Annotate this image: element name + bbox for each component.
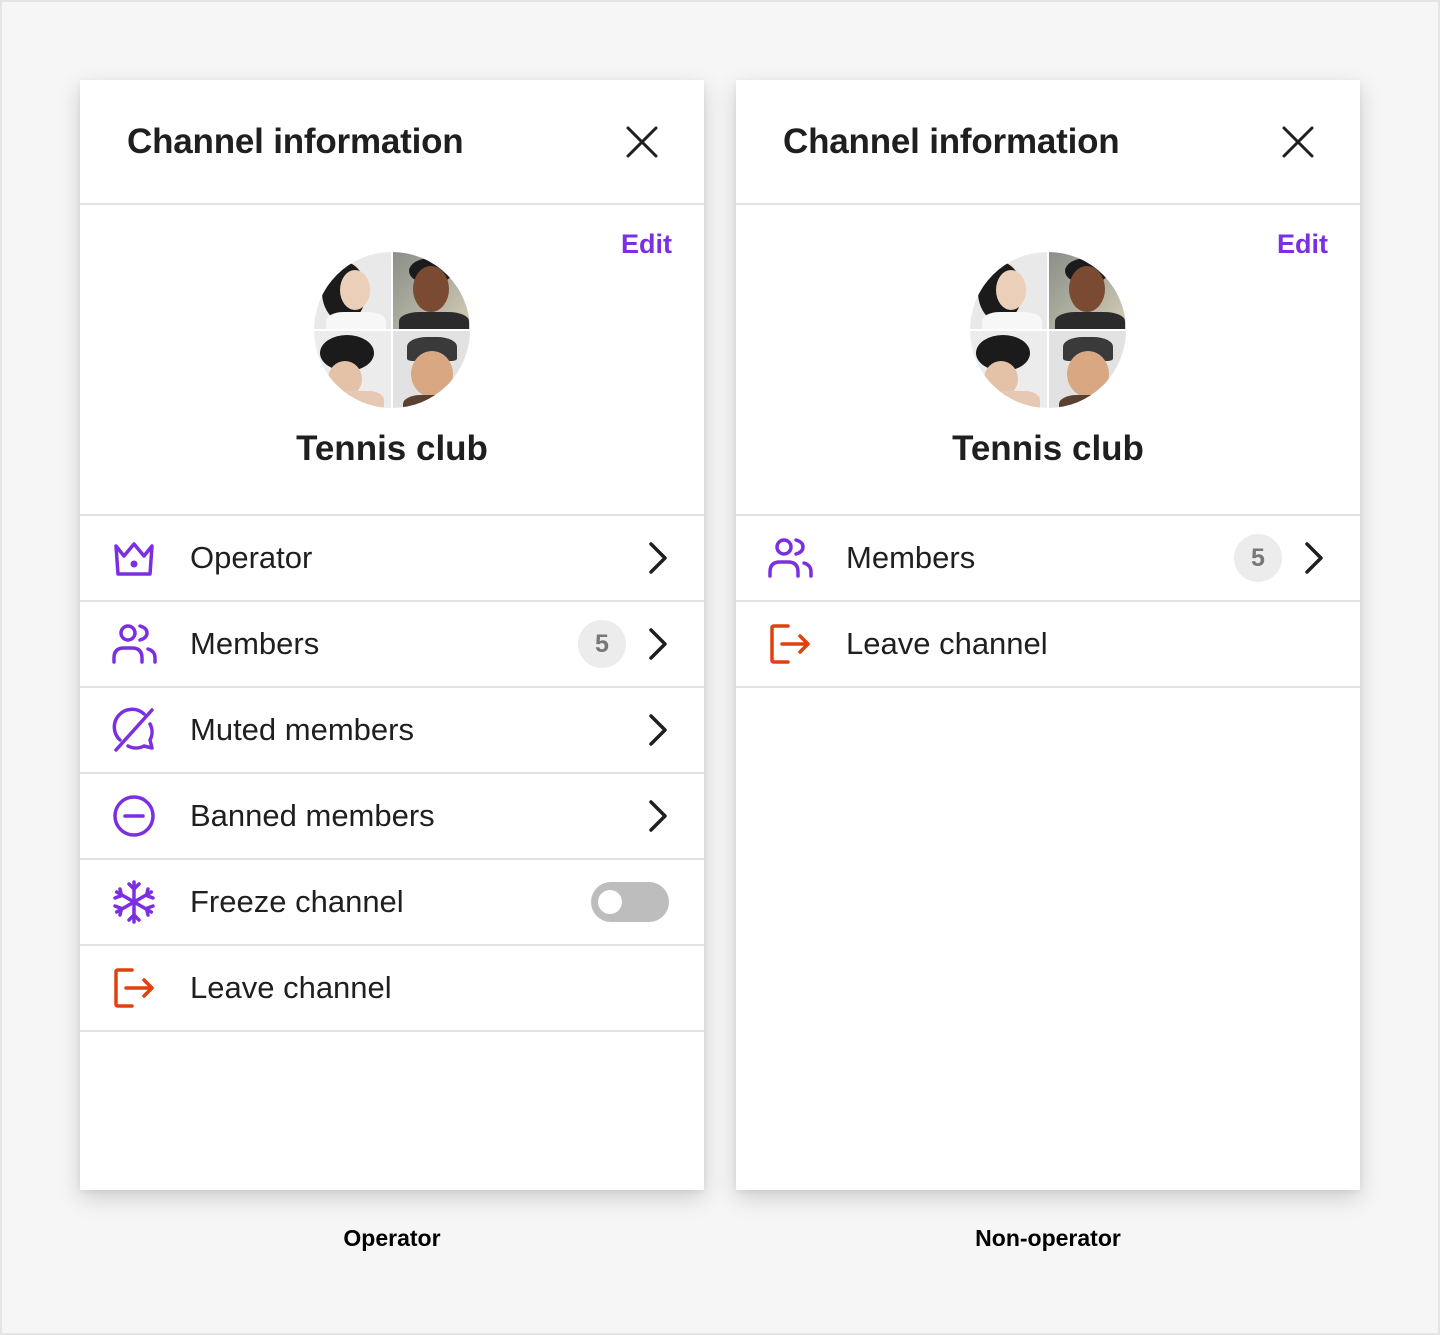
channel-name: Tennis club bbox=[952, 429, 1144, 468]
channel-profile: Edit Tennis club bbox=[80, 205, 704, 516]
menu-item-freeze-channel: Freeze channel bbox=[80, 860, 704, 946]
group-avatar bbox=[314, 252, 470, 408]
member-photo bbox=[393, 252, 470, 329]
chevron-right-icon bbox=[649, 800, 667, 832]
leave-icon bbox=[770, 624, 810, 664]
crown-icon bbox=[114, 542, 154, 576]
caption-non-operator: Non-operator bbox=[975, 1225, 1121, 1251]
chevron-right-icon bbox=[649, 628, 667, 660]
menu-item-leave-channel[interactable]: Leave channel bbox=[80, 946, 704, 1032]
member-photo bbox=[393, 331, 470, 408]
chevron-right-icon bbox=[649, 714, 667, 746]
ban-icon bbox=[113, 795, 155, 837]
channel-info-panel-non-operator: Channel information Edit Tennis club Mem… bbox=[736, 80, 1360, 1190]
menu-item-label: Freeze channel bbox=[190, 884, 404, 919]
muted-icon bbox=[112, 707, 154, 752]
panel-header: Channel information bbox=[736, 80, 1360, 205]
chevron-right-icon bbox=[1305, 542, 1323, 574]
close-icon[interactable] bbox=[624, 124, 660, 160]
close-icon[interactable] bbox=[1280, 124, 1316, 160]
freeze-channel-toggle[interactable] bbox=[591, 882, 669, 922]
chevron-right-icon bbox=[649, 542, 667, 574]
menu-item-label: Leave channel bbox=[190, 970, 392, 1005]
menu-item-label: Leave channel bbox=[846, 626, 1048, 661]
menu-item-label: Muted members bbox=[190, 712, 414, 747]
member-photo bbox=[1049, 331, 1126, 408]
menu-item-label: Operator bbox=[190, 540, 313, 575]
panel-title: Channel information bbox=[127, 122, 464, 161]
menu-item-label: Banned members bbox=[190, 798, 435, 833]
toggle-knob bbox=[598, 890, 622, 914]
menu-item-members[interactable]: Members 5 bbox=[736, 516, 1360, 602]
leave-icon bbox=[114, 968, 154, 1008]
menu-item-muted-members[interactable]: Muted members bbox=[80, 688, 704, 774]
member-count-badge: 5 bbox=[1234, 534, 1282, 582]
member-photo bbox=[314, 331, 391, 408]
member-photo bbox=[970, 252, 1047, 329]
member-count-badge: 5 bbox=[578, 620, 626, 668]
edit-button[interactable]: Edit bbox=[1277, 229, 1328, 260]
menu-item-leave-channel[interactable]: Leave channel bbox=[736, 602, 1360, 688]
panel-title: Channel information bbox=[783, 122, 1120, 161]
group-avatar bbox=[970, 252, 1126, 408]
menu-item-members[interactable]: Members 5 bbox=[80, 602, 704, 688]
panel-header: Channel information bbox=[80, 80, 704, 205]
members-icon bbox=[112, 624, 157, 664]
channel-info-panel-operator: Channel information Edit Tennis club Ope… bbox=[80, 80, 704, 1190]
channel-profile: Edit Tennis club bbox=[736, 205, 1360, 516]
menu-item-operator[interactable]: Operator bbox=[80, 516, 704, 602]
member-photo bbox=[1049, 252, 1126, 329]
member-photo bbox=[970, 331, 1047, 408]
menu-item-banned-members[interactable]: Banned members bbox=[80, 774, 704, 860]
members-icon bbox=[768, 538, 813, 578]
freeze-icon bbox=[113, 880, 155, 924]
channel-name: Tennis club bbox=[296, 429, 488, 468]
menu-item-label: Members bbox=[846, 540, 976, 575]
edit-button[interactable]: Edit bbox=[621, 229, 672, 260]
member-photo bbox=[314, 252, 391, 329]
caption-operator: Operator bbox=[343, 1225, 441, 1251]
menu-item-label: Members bbox=[190, 626, 320, 661]
